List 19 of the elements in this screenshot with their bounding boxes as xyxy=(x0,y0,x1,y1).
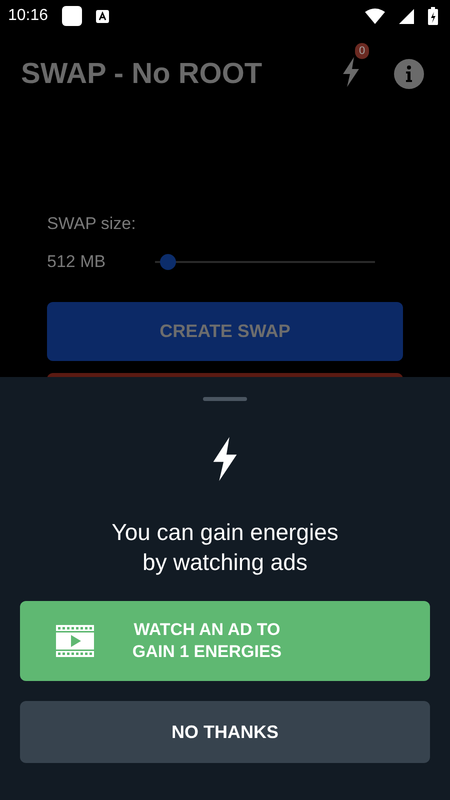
create-swap-button[interactable]: CREATE SWAP xyxy=(47,302,403,361)
signal-icon xyxy=(399,8,414,24)
energy-icon[interactable] xyxy=(342,56,360,86)
battery-icon xyxy=(428,7,438,25)
wifi-icon xyxy=(365,8,385,24)
keyboard-notification-icon xyxy=(96,10,110,22)
swap-size-value: 512 MB xyxy=(47,252,107,272)
slider-thumb[interactable] xyxy=(160,254,176,270)
notification-icon xyxy=(62,6,82,26)
energy-message: You can gain energies by watching ads xyxy=(112,518,338,577)
energy-count-badge: 0 xyxy=(355,42,370,58)
swap-size-label: SWAP size: xyxy=(47,214,137,234)
watch-ad-button[interactable]: WATCH AN AD TO GAIN 1 ENERGIES xyxy=(20,601,430,681)
drag-handle[interactable] xyxy=(203,397,247,401)
video-icon xyxy=(56,625,94,657)
status-time: 10:16 xyxy=(8,7,48,25)
app-title: SWAP - No ROOT xyxy=(21,58,264,90)
no-thanks-button[interactable]: NO THANKS xyxy=(20,701,430,763)
info-icon[interactable] xyxy=(394,59,424,89)
